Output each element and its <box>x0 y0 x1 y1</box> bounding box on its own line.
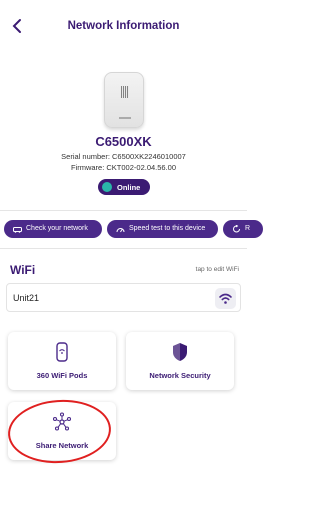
speed-test-button[interactable]: Speed test to this device <box>107 220 218 238</box>
wifi-section-title: WiFi <box>10 263 36 277</box>
check-network-label: Check your network <box>26 225 88 232</box>
wifi-button[interactable] <box>215 288 236 309</box>
check-network-button[interactable]: Check your network <box>4 220 102 238</box>
device-model: C6500XK <box>95 134 152 149</box>
share-network-card[interactable]: Share Network <box>8 402 116 460</box>
status-dot-icon <box>102 182 112 192</box>
qr-code-icon <box>121 86 129 98</box>
divider <box>0 248 247 249</box>
pod-icon <box>56 342 68 362</box>
restart-label: R <box>245 225 251 232</box>
status-badge: Online <box>98 179 150 195</box>
top-bar: Network Information <box>0 0 247 52</box>
action-bar: Check your network Speed test to this de… <box>0 220 263 240</box>
share-network-icon <box>52 412 72 431</box>
car-icon <box>13 227 22 233</box>
shield-icon <box>173 343 187 361</box>
wifi-pods-label: 360 WiFi Pods <box>36 371 88 380</box>
network-security-label: Network Security <box>149 371 211 380</box>
restart-button[interactable]: R <box>223 220 263 238</box>
brand-mark <box>119 117 131 119</box>
divider <box>0 210 247 211</box>
serial-number: Serial number: C6500XK2246010007 <box>61 152 186 161</box>
ssid-name: Unit21 <box>13 293 40 303</box>
firmware-version: Firmware: CKT002-02.04.56.00 <box>70 163 177 172</box>
wifi-pods-card[interactable]: 360 WiFi Pods <box>8 332 116 390</box>
wifi-icon <box>219 293 232 304</box>
page-title: Network Information <box>67 20 180 32</box>
network-security-card[interactable]: Network Security <box>126 332 234 390</box>
edit-wifi-hint[interactable]: tap to edit WiFi <box>196 266 239 273</box>
share-network-label: Share Network <box>35 441 89 450</box>
restart-icon <box>233 225 240 233</box>
status-label: Online <box>117 183 141 192</box>
speedometer-icon <box>116 228 125 233</box>
wifi-network-row[interactable]: Unit21 <box>6 283 241 312</box>
speed-test-label: Speed test to this device <box>129 225 206 232</box>
router-image <box>104 72 144 128</box>
